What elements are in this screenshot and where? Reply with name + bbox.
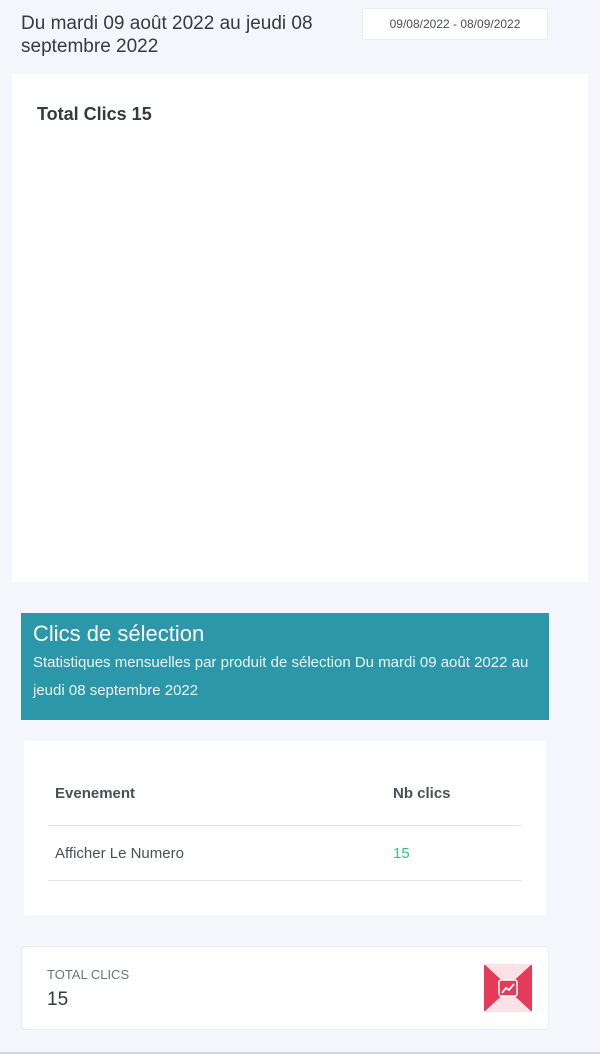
- selection-clicks-banner: Clics de sélection Statistiques mensuell…: [21, 613, 549, 720]
- selection-clicks-subtitle: Statistiques mensuelles par produit de s…: [33, 654, 529, 699]
- date-range-heading: Du mardi 09 août 2022 au jeudi 08 septem…: [21, 13, 313, 57]
- chart-title: Total Clics 15: [37, 104, 152, 124]
- selection-clicks-title: Clics de sélection: [33, 621, 205, 646]
- date-range-picker[interactable]: 09/08/2022 - 08/09/2022: [362, 8, 548, 40]
- clicks-count-cell: 15: [386, 825, 522, 881]
- events-table-card: Evenement Nb clics Afficher Le Numero 15: [24, 741, 546, 915]
- event-name-cell: Afficher Le Numero: [48, 825, 386, 881]
- total-clicks-chart-card: Total Clics 15: [12, 74, 588, 582]
- total-clicks-stat-card: TOTAL CLICS 15: [21, 946, 549, 1030]
- trend-chart-icon: [484, 964, 532, 1012]
- column-header-event: Evenement: [48, 779, 386, 826]
- events-table: Evenement Nb clics Afficher Le Numero 15: [48, 779, 522, 881]
- table-row: Afficher Le Numero 15: [48, 825, 522, 881]
- chart-area: [37, 144, 567, 564]
- stat-label: TOTAL CLICS: [47, 967, 130, 982]
- table-header-row: Evenement Nb clics: [48, 779, 522, 826]
- column-header-clicks: Nb clics: [386, 779, 522, 826]
- stat-value: 15: [47, 989, 69, 1010]
